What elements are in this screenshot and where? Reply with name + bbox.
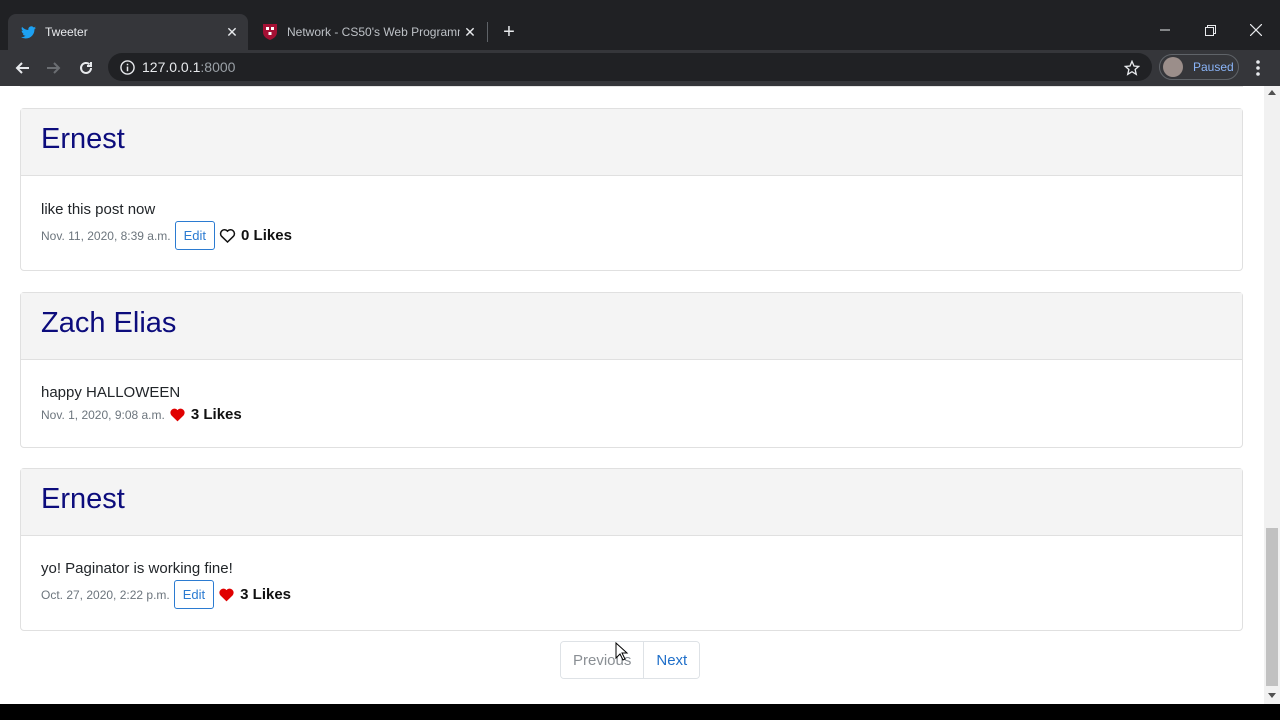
mouse-pointer-icon [615, 641, 629, 662]
pagination: Previous Next [560, 641, 701, 679]
heart-filled-icon[interactable] [218, 587, 236, 603]
tab-network[interactable]: Network - CS50's Web Programm ✕ [250, 14, 486, 50]
browser-menu-icon[interactable] [1248, 56, 1268, 80]
bookmark-star-icon[interactable] [1122, 58, 1142, 78]
post-card: Ernest like this post now Nov. 11, 2020,… [20, 108, 1243, 271]
tab-tweeter[interactable]: Tweeter ✕ [8, 14, 248, 50]
edit-button[interactable]: Edit [174, 221, 216, 250]
tab-divider [487, 22, 488, 42]
post-header: Ernest [21, 109, 1242, 176]
post-card: Ernest yo! Paginator is working fine! Oc… [20, 468, 1243, 631]
new-tab-plus-icon[interactable]: + [499, 22, 519, 42]
post-content: yo! Paginator is working fine! [41, 560, 233, 577]
info-icon[interactable] [119, 59, 135, 75]
post-timestamp: Nov. 1, 2020, 9:08 a.m. [41, 407, 165, 422]
harvard-shield-icon [262, 24, 278, 40]
post-meta: Oct. 27, 2020, 2:22 p.m. Edit 3 Likes [41, 580, 291, 609]
post-content: like this post now [41, 201, 156, 218]
post-meta: Nov. 11, 2020, 8:39 a.m. Edit 0 Likes [41, 221, 292, 250]
profile-button[interactable]: Paused [1159, 54, 1239, 80]
next-page-button[interactable]: Next [644, 642, 700, 678]
post-author[interactable]: Ernest [41, 123, 125, 156]
post-timestamp: Oct. 27, 2020, 2:22 p.m. [41, 587, 170, 602]
forward-arrow-icon[interactable] [41, 55, 67, 81]
like-count: 3 Likes [240, 586, 292, 603]
post-header: Ernest [21, 469, 1242, 536]
post-author[interactable]: Ernest [41, 483, 125, 516]
url-port: :8000 [200, 59, 236, 75]
scroll-down-arrow-icon[interactable] [1268, 693, 1276, 698]
heart-outline-icon[interactable] [219, 228, 237, 244]
post-author[interactable]: Zach Elias [41, 307, 176, 340]
close-window-icon[interactable] [1244, 18, 1268, 42]
page-viewport: Ernest like this post now Nov. 11, 2020,… [0, 86, 1264, 704]
tab-title: Tweeter [45, 25, 88, 39]
post-meta: Nov. 1, 2020, 9:08 a.m. 3 Likes [41, 406, 242, 423]
address-bar[interactable]: 127.0.0.1 :8000 [108, 53, 1152, 81]
heart-filled-icon[interactable] [169, 407, 187, 423]
previous-page-button[interactable]: Previous [561, 642, 645, 678]
post-timestamp: Nov. 11, 2020, 8:39 a.m. [41, 228, 171, 243]
post-content: happy HALLOWEEN [41, 384, 181, 401]
post-card: Zach Elias happy HALLOWEEN Nov. 1, 2020,… [20, 292, 1243, 448]
back-arrow-icon[interactable] [9, 55, 35, 81]
minimize-icon[interactable] [1153, 18, 1177, 42]
edit-button[interactable]: Edit [173, 580, 215, 609]
url-host: 127.0.0.1 [142, 59, 201, 75]
close-tab-icon[interactable]: ✕ [460, 22, 480, 42]
tab-title: Network - CS50's Web Programm [287, 25, 460, 39]
page-scrollbar[interactable] [1264, 86, 1280, 704]
like-count: 0 Likes [241, 227, 292, 244]
screen-bottom-edge [0, 704, 1280, 720]
scrollbar-thumb[interactable] [1266, 528, 1278, 686]
close-tab-icon[interactable]: ✕ [222, 22, 242, 42]
reload-icon[interactable] [73, 55, 99, 81]
tab-strip: Tweeter ✕ Network - CS50's Web Programm … [0, 0, 1280, 50]
avatar [1163, 57, 1183, 77]
twitter-bird-icon [20, 24, 36, 40]
like-count: 3 Likes [190, 406, 242, 423]
previous-card-edge [20, 86, 1243, 87]
scroll-up-arrow-icon[interactable] [1268, 90, 1276, 95]
restore-window-icon[interactable] [1198, 18, 1222, 42]
post-header: Zach Elias [21, 293, 1242, 360]
profile-status: Paused [1193, 60, 1234, 74]
